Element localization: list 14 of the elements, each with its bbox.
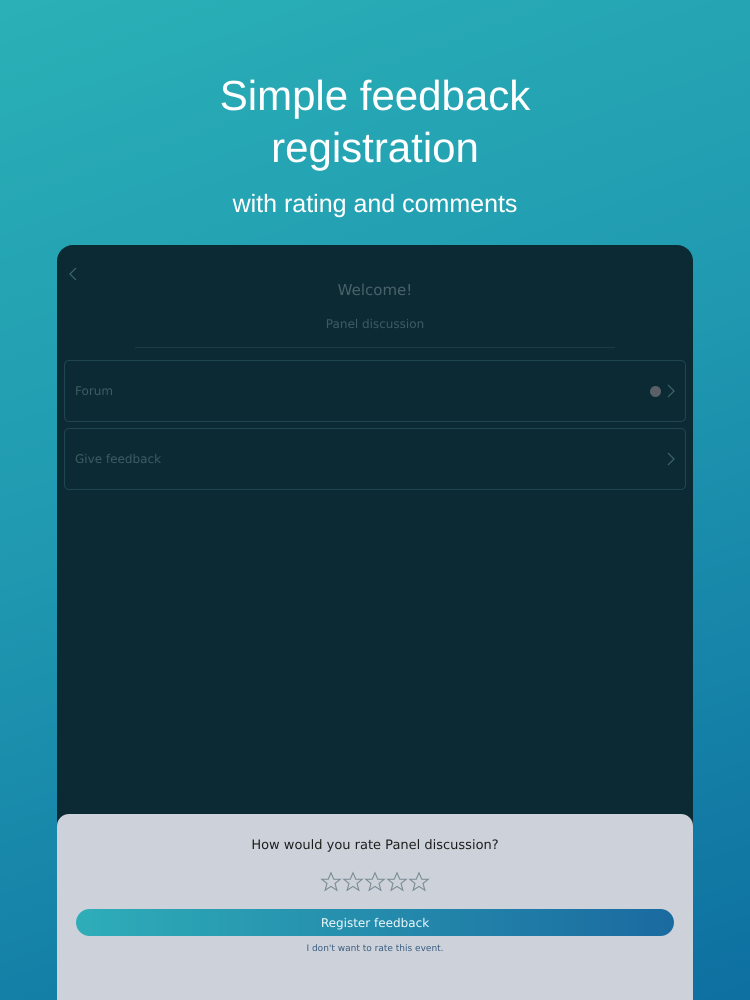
star-icon[interactable] bbox=[386, 871, 408, 893]
star-icon[interactable] bbox=[320, 871, 342, 893]
screen-title: Welcome! bbox=[336, 281, 414, 299]
register-feedback-button[interactable]: Register feedback bbox=[76, 909, 674, 936]
star-icon[interactable] bbox=[364, 871, 386, 893]
rating-question: How would you rate Panel discussion? bbox=[251, 838, 499, 853]
skip-rating-link[interactable]: I don't want to rate this event. bbox=[306, 944, 444, 954]
headline: Simple feedback registration bbox=[218, 71, 532, 173]
chevron-right-icon bbox=[667, 452, 675, 466]
star-icon[interactable] bbox=[342, 871, 364, 893]
star-icon[interactable] bbox=[408, 871, 430, 893]
chevron-right-icon bbox=[667, 384, 675, 398]
subheadline: with rating and comments bbox=[232, 190, 518, 219]
back-icon[interactable] bbox=[69, 267, 77, 281]
